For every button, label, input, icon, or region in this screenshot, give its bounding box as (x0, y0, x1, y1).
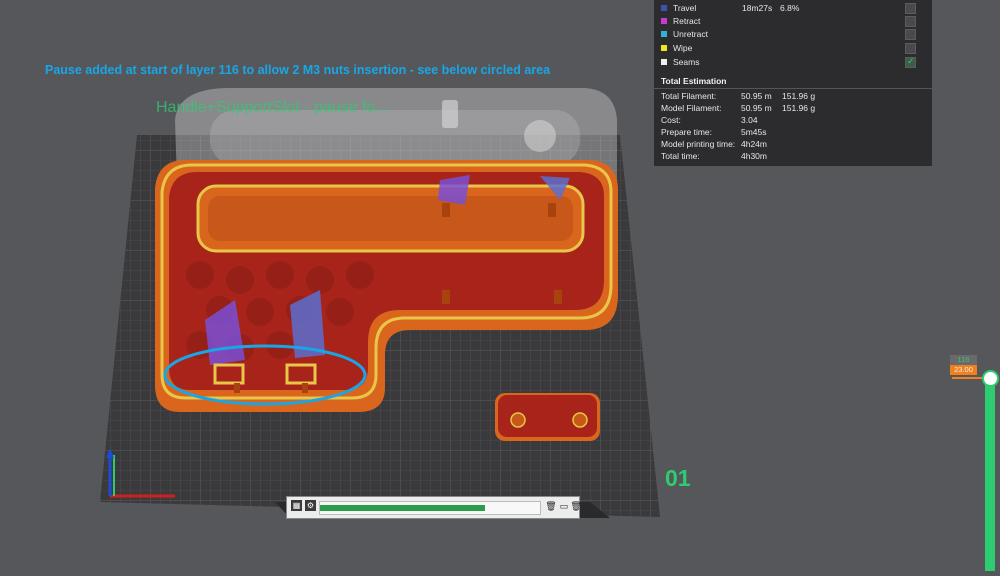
legend-row-travel: Travel 18m27s 6.8% (661, 3, 925, 15)
estimation-label: Prepare time: (661, 127, 713, 137)
plate-name-label: Handle+SupportSlot - pause fo... (156, 99, 389, 116)
grid-view-icon[interactable]: ▦ (291, 500, 302, 511)
layer-value-box: 116 23.00 (950, 355, 977, 375)
estimation-label: Cost: (661, 115, 681, 125)
estimation-value: 3.04 (741, 115, 758, 125)
estimation-label: Total time: (661, 151, 700, 161)
legend-row-unretract: Unretract (661, 29, 925, 41)
slice-statistics-panel: Travel 18m27s 6.8% Retract Unretract Wip… (654, 0, 932, 166)
travel-color-swatch (661, 5, 667, 11)
legend-visibility-checkbox[interactable] (905, 43, 916, 54)
legend-visibility-checkbox[interactable] (905, 16, 916, 27)
plate-number: 01 (665, 465, 691, 491)
layer-height: 23.00 (950, 365, 977, 375)
legend-row-retract: Retract (661, 16, 925, 28)
estimation-value: 4h24m (741, 139, 767, 149)
legend-label: Unretract (673, 29, 708, 39)
window-icon[interactable]: ▭ (558, 501, 570, 512)
estimation-value: 4h30m (741, 151, 767, 161)
layer-slider-handle[interactable] (982, 370, 999, 387)
estimation-row: Total Filament: 50.95 m 151.96 g (661, 91, 925, 103)
legend-visibility-checkbox[interactable] (905, 29, 916, 40)
estimation-value: 50.95 m (741, 91, 772, 101)
legend-row-wipe: Wipe (661, 43, 925, 55)
delete-icon[interactable]: 🗑 (570, 501, 582, 512)
estimation-value: 5m45s (741, 127, 767, 137)
estimation-title: Total Estimation (661, 76, 727, 86)
pause-annotation: Pause added at start of layer 116 to all… (45, 63, 551, 77)
estimation-row: Model Filament: 50.95 m 151.96 g (661, 103, 925, 115)
estimation-row: Model printing time: 4h24m (661, 139, 925, 151)
legend-label: Seams (673, 57, 700, 67)
move-progress-slider[interactable] (319, 501, 541, 515)
seams-color-swatch (661, 59, 667, 65)
settings-icon[interactable]: ⚙ (305, 500, 316, 511)
estimation-row: Cost: 3.04 (661, 115, 925, 127)
estimation-row: Prepare time: 5m45s (661, 127, 925, 139)
legend-label: Wipe (673, 43, 693, 53)
estimation-row: Total time: 4h30m (661, 151, 925, 163)
estimation-value: 50.95 m (741, 103, 772, 113)
trash-icon[interactable]: 🗑 (545, 501, 557, 512)
legend-visibility-checkbox[interactable] (905, 3, 916, 14)
current-layer-marker (952, 377, 982, 379)
estimation-value-weight: 151.96 g (782, 91, 816, 101)
estimation-label: Total Filament: (661, 91, 717, 101)
unretract-color-swatch (661, 31, 667, 37)
legend-label: Travel (673, 3, 697, 13)
move-progress-fill (320, 505, 485, 511)
legend-label: Retract (673, 16, 701, 26)
estimation-label: Model Filament: (661, 103, 722, 113)
gcode-move-slider-bar: ▦ ⚙ 🗑 ▭ 🗑 (286, 496, 582, 519)
retract-color-swatch (661, 18, 667, 24)
legend-percent: 6.8% (780, 3, 800, 13)
estimation-label: Model printing time: (661, 139, 736, 149)
estimation-value-weight: 151.96 g (782, 103, 816, 113)
legend-row-seams: Seams (661, 56, 925, 69)
wipe-color-swatch (661, 45, 667, 51)
layer-slider-track[interactable] (985, 372, 995, 571)
layer-number: 116 (957, 355, 970, 364)
legend-time: 18m27s (742, 3, 773, 13)
estimation-divider (654, 88, 932, 89)
legend-visibility-checkbox[interactable] (905, 56, 916, 68)
lid-part (495, 393, 600, 441)
